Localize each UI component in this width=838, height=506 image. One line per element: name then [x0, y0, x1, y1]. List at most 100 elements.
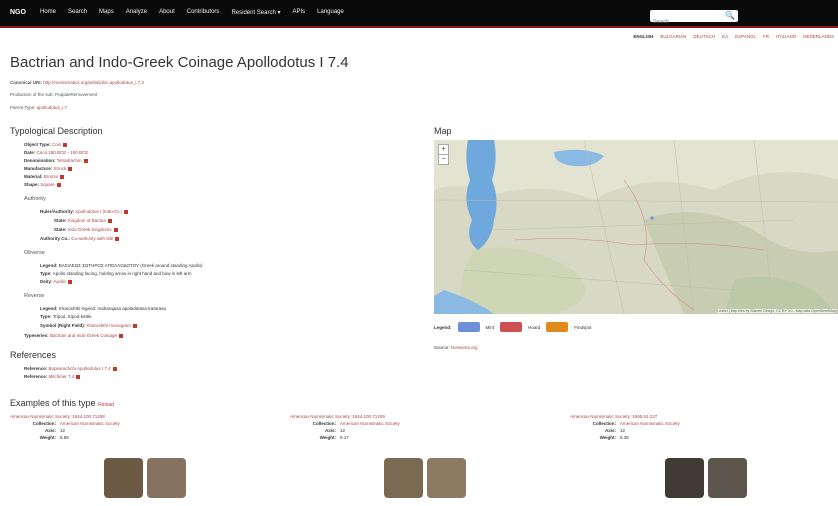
external-link-icon[interactable] — [112, 366, 117, 371]
field-value[interactable]: Mitchiner 7.4 — [49, 374, 75, 379]
nav-contributors[interactable]: Contributors — [187, 9, 220, 16]
lang-deutsch[interactable]: DEUTSCH — [693, 34, 715, 39]
external-link-icon[interactable] — [56, 182, 61, 187]
nav-language[interactable]: Language — [317, 9, 344, 16]
field-value[interactable]: Kharoshthi monogram — [87, 323, 131, 328]
legend-swatch-findspot — [546, 322, 569, 332]
search-input[interactable] — [650, 16, 726, 28]
nav-resident-search[interactable]: Resident Search ▾ — [231, 9, 280, 16]
external-link-icon[interactable] — [83, 158, 88, 163]
parent-type: Parent Type: apollodotus_i.7 — [10, 105, 67, 110]
external-link-icon[interactable] — [132, 323, 137, 328]
coin-obverse-image[interactable] — [665, 458, 704, 498]
search-icon[interactable]: 🔍 — [725, 11, 735, 20]
legend-swatch-mint — [457, 322, 480, 332]
canonical-link[interactable]: http://numismatics.org/pella/id/sc.apoll… — [43, 80, 144, 85]
example-item-3: American Numismatic Society: 1995.51.227… — [570, 414, 830, 440]
map-attribution: Leaflet | Map tiles by Stamen Design, CC… — [717, 309, 836, 313]
field-value[interactable]: Co-authority with title — [71, 236, 113, 241]
parent-type-label: Parent Type: — [10, 105, 36, 110]
nav-maps[interactable]: Maps — [99, 9, 114, 16]
external-link-icon[interactable] — [123, 209, 128, 214]
external-link-icon[interactable] — [76, 374, 81, 379]
coin-reverse-image[interactable] — [147, 458, 186, 498]
field-obverse-legend: Legend: ΒΑΣΙΛΕΩΣ ΣΩΤΗΡΟΣ ΑΠΟΛΛΟΔΟΤΟΥ (Gr… — [40, 263, 203, 268]
example-weight-row: Weight: 8.36 — [570, 435, 830, 440]
field-value[interactable]: Tetradrachm — [57, 158, 82, 163]
zoom-in-button[interactable]: + — [439, 145, 448, 154]
field-value[interactable]: Apollo — [54, 279, 67, 284]
field-value[interactable]: Coin — [52, 142, 61, 147]
field-value: ΒΑΣΙΛΕΩΣ ΣΩΤΗΡΟΣ ΑΠΟΛΛΟΔΟΤΟΥ (Greek arou… — [58, 263, 203, 268]
map-marker[interactable] — [650, 216, 654, 220]
lang-bulgarian[interactable]: BULGARIAN — [660, 34, 686, 39]
field-label: Ruler/Authority: — [40, 209, 75, 214]
examples-quick-link[interactable]: Reload — [98, 402, 114, 408]
example-title[interactable]: American Numismatic Society: 1995.51.227 — [570, 414, 830, 419]
lang-french[interactable]: FR — [763, 34, 769, 39]
row-label: Axis: — [604, 428, 616, 433]
zoom-out-button[interactable]: − — [439, 154, 448, 164]
lang-nederlands[interactable]: NEDERLANDS — [803, 34, 834, 39]
external-link-icon[interactable] — [63, 142, 68, 147]
field-state-1: State: Kingdom of Bactria — [54, 218, 112, 223]
nav-search[interactable]: Search — [68, 9, 87, 16]
field-value[interactable]: Apollodotus I (Indo-Gr.) — [75, 209, 122, 214]
row-label: Weight: — [319, 435, 336, 440]
row-value[interactable]: American Numismatic Society — [340, 421, 400, 426]
legend-label: Legend: — [434, 324, 452, 330]
map-view[interactable]: + − Leaflet | Map tiles by Stamen Design… — [434, 140, 838, 314]
nav-analyze[interactable]: Analyze — [126, 9, 147, 16]
nav-home[interactable]: Home — [40, 9, 56, 16]
external-link-icon[interactable] — [119, 333, 123, 338]
external-link-icon[interactable] — [115, 236, 120, 241]
field-label: Typeseries: — [24, 333, 49, 338]
external-link-icon[interactable] — [107, 218, 112, 223]
row-value[interactable]: American Numismatic Society — [60, 421, 120, 426]
legend-mint-label: Mint — [485, 324, 495, 330]
field-value[interactable]: Bactrian and Indo-Greek Coinage — [50, 333, 117, 338]
lang-espanol[interactable]: ESPAÑOL — [735, 34, 756, 39]
lang-english[interactable]: ENGLISH — [633, 34, 653, 39]
field-value[interactable]: Square — [40, 182, 55, 187]
external-link-icon[interactable] — [113, 227, 118, 232]
coin-reverse-image[interactable] — [427, 458, 466, 498]
nav-links: Home Search Maps Analyze About Contribut… — [40, 9, 344, 16]
example-item-1: American Numismatic Society: 1944.100.71… — [10, 414, 270, 440]
field-value[interactable]: Indo-Greek Kingdoms — [68, 227, 112, 232]
lang-greek[interactable]: ΕΛ — [722, 34, 728, 39]
nav-about[interactable]: About — [159, 9, 175, 16]
brand-logo[interactable]: NGO — [10, 9, 26, 16]
field-value: Apollo standing facing, holding arrow in… — [52, 271, 192, 276]
row-value[interactable]: American Numismatic Society — [620, 421, 680, 426]
legend-hoard-label: Hoard — [528, 324, 541, 330]
replaces-link[interactable]: Production of the sub: PrapaleRemovement — [10, 92, 97, 97]
external-link-icon[interactable] — [68, 166, 73, 171]
field-label: Shape: — [24, 182, 40, 187]
coin-obverse-image[interactable] — [104, 458, 143, 498]
parent-type-link[interactable]: apollodotus_i.7 — [37, 105, 67, 110]
map-source-label: Source: — [434, 345, 450, 350]
row-label: Collection: — [312, 421, 336, 426]
field-value[interactable]: Kingdom of Bactria — [68, 218, 106, 223]
field-value[interactable]: Struck — [54, 166, 67, 171]
example-title[interactable]: American Numismatic Society: 1944.100.71… — [10, 414, 270, 419]
field-value[interactable]: Bopearachchi Apollodotus I 7.4 — [49, 366, 111, 371]
field-value[interactable]: Bronze — [44, 174, 58, 179]
nav-apis[interactable]: APIs — [292, 9, 305, 16]
coin-obverse-image[interactable] — [384, 458, 423, 498]
legend-findspot-label: Findspot — [574, 324, 592, 330]
field-value[interactable]: Circa 180 BCE - 160 BCE — [37, 150, 89, 155]
coin-reverse-image[interactable] — [708, 458, 747, 498]
example-item-2: American Numismatic Society: 1944.100.71… — [290, 414, 550, 440]
row-label: Axis: — [44, 428, 56, 433]
field-ruler: Ruler/Authority: Apollodotus I (Indo-Gr.… — [40, 209, 128, 214]
map-heading: Map — [434, 126, 452, 136]
field-date: Date: Circa 180 BCE - 160 BCE — [24, 150, 88, 155]
external-link-icon[interactable] — [60, 174, 65, 179]
field-label: Date: — [24, 150, 36, 155]
external-link-icon[interactable] — [68, 279, 73, 284]
map-source-link[interactable]: Nomisma.org — [451, 345, 478, 350]
lang-italiano[interactable]: ITALIANO — [776, 34, 796, 39]
example-title[interactable]: American Numismatic Society: 1944.100.71… — [290, 414, 550, 419]
